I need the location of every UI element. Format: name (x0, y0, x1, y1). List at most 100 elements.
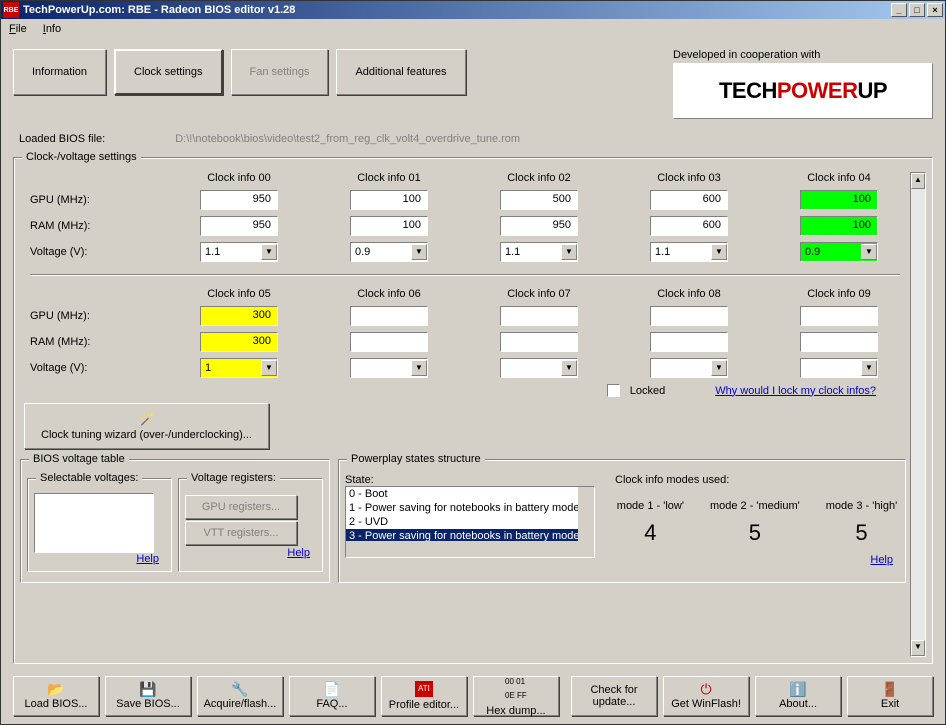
load-bios-button[interactable]: 📂Load BIOS... (13, 676, 99, 716)
gpu-02[interactable]: 500 (500, 190, 578, 210)
modes-used: mode 1 - 'low' 4 mode 2 - 'medium' 5 (615, 500, 899, 546)
about-button[interactable]: ℹ️About... (755, 676, 841, 716)
gpu-09[interactable] (800, 306, 878, 326)
ram-05[interactable]: 300 (200, 332, 278, 352)
loaded-file-label: Loaded BIOS file: (19, 133, 105, 145)
why-lock-link[interactable]: Why would I lock my clock infos? (715, 385, 876, 397)
chevron-down-icon[interactable]: ▼ (711, 244, 727, 260)
tab-clock-settings[interactable]: Clock settings (114, 49, 222, 95)
chip-icon: 🔧 (231, 682, 248, 696)
gpu-01[interactable]: 100 (350, 190, 428, 210)
volt-03[interactable]: 1.1▼ (650, 242, 728, 262)
gpu-05[interactable]: 300 (200, 306, 278, 326)
clock-vscrollbar[interactable]: ▲ ▼ (910, 172, 926, 657)
folder-open-icon: 📂 (47, 682, 64, 696)
list-scrollbar-v[interactable] (578, 487, 594, 541)
chevron-down-icon[interactable]: ▼ (261, 244, 277, 260)
tab-fan-settings[interactable]: Fan settings (231, 49, 329, 95)
profile-editor-button[interactable]: ATIProfile editor... (381, 676, 467, 716)
faq-button[interactable]: 📄FAQ... (289, 676, 375, 716)
header-clock-07: Clock info 07 (478, 288, 600, 300)
ram-09[interactable] (800, 332, 878, 352)
volt-09[interactable]: ▼ (800, 358, 878, 378)
ram-01[interactable]: 100 (350, 216, 428, 236)
tab-information[interactable]: Information (13, 49, 106, 95)
volt-00[interactable]: 1.1▼ (200, 242, 278, 262)
menu-file[interactable]: File (5, 21, 31, 37)
tab-additional-features[interactable]: Additional features (336, 49, 465, 95)
help-link-2[interactable]: Help (287, 547, 310, 559)
list-scrollbar-h[interactable] (346, 541, 594, 557)
gpu-registers-button[interactable]: GPU registers... (185, 495, 297, 519)
state-column: State: 0 - Boot 1 - Power saving for not… (345, 474, 595, 566)
state-label: State: (345, 474, 595, 486)
techpowerup-logo: TECHPOWERUP (673, 63, 933, 119)
save-bios-button[interactable]: 💾Save BIOS... (105, 676, 191, 716)
gpu-08[interactable] (650, 306, 728, 326)
volt-01[interactable]: 0.9▼ (350, 242, 428, 262)
ram-03[interactable]: 600 (650, 216, 728, 236)
minimize-button[interactable]: _ (891, 3, 907, 17)
chevron-down-icon[interactable]: ▼ (861, 244, 877, 260)
volt-08[interactable]: ▼ (650, 358, 728, 378)
chevron-down-icon[interactable]: ▼ (261, 360, 277, 376)
header-clock-06: Clock info 06 (328, 288, 450, 300)
chevron-down-icon[interactable]: ▼ (861, 360, 877, 376)
state-listbox[interactable]: 0 - Boot 1 - Power saving for notebooks … (345, 486, 595, 558)
menubar: File Info (1, 19, 945, 39)
volt-04[interactable]: 0.9▼ (800, 242, 878, 262)
gpu-06[interactable] (350, 306, 428, 326)
clock-wrap: Clock info 00 Clock info 01 Clock info 0… (20, 172, 926, 657)
header-clock-04: Clock info 04 (778, 172, 900, 184)
state-item-1[interactable]: 1 - Power saving for notebooks in batter… (346, 501, 594, 515)
scroll-down-icon[interactable]: ▼ (911, 640, 925, 656)
chevron-down-icon[interactable]: ▼ (411, 360, 427, 376)
loaded-file-path: D:\!\notebook\bios\video\test2_from_reg_… (175, 133, 520, 145)
get-winflash-button[interactable]: ⏻Get WinFlash! (663, 676, 749, 716)
vtt-registers-button[interactable]: VTT registers... (185, 521, 297, 545)
chevron-down-icon[interactable]: ▼ (711, 360, 727, 376)
ram-04[interactable]: 100 (800, 216, 878, 236)
ram-00[interactable]: 950 (200, 216, 278, 236)
exit-button[interactable]: 🚪Exit (847, 676, 933, 716)
selectable-voltages-group: Selectable voltages: Help (27, 478, 172, 572)
volt-02[interactable]: 1.1▼ (500, 242, 578, 262)
maximize-button[interactable]: □ (909, 3, 925, 17)
sel-volt-legend: Selectable voltages: (36, 472, 142, 484)
app-icon: RBE (3, 2, 19, 18)
ram-07[interactable] (500, 332, 578, 352)
logo-block: Developed in cooperation with TECHPOWERU… (673, 49, 933, 119)
gpu-03[interactable]: 600 (650, 190, 728, 210)
help-link-3[interactable]: Help (870, 554, 893, 566)
scroll-up-icon[interactable]: ▲ (911, 173, 925, 189)
state-item-2[interactable]: 2 - UVD (346, 515, 594, 529)
state-item-0[interactable]: 0 - Boot (346, 487, 594, 501)
ram-02[interactable]: 950 (500, 216, 578, 236)
gpu-07[interactable] (500, 306, 578, 326)
chevron-down-icon[interactable]: ▼ (561, 244, 577, 260)
gpu-00[interactable]: 950 (200, 190, 278, 210)
chevron-down-icon[interactable]: ▼ (561, 360, 577, 376)
bottom-toolbar: 📂Load BIOS... 💾Save BIOS... 🔧Acquire/fla… (13, 676, 933, 716)
hex-dump-button[interactable]: 00 010E FFHex dump... (473, 676, 559, 716)
volt-05[interactable]: 1▼ (200, 358, 278, 378)
check-update-button[interactable]: Check for update... (571, 676, 657, 716)
volt-06[interactable]: ▼ (350, 358, 428, 378)
ram-08[interactable] (650, 332, 728, 352)
scroll-track[interactable] (911, 189, 925, 640)
ati-icon: ATI (415, 681, 433, 697)
clock-tuning-wizard-button[interactable]: 🪄 Clock tuning wizard (over-/underclocki… (24, 403, 269, 449)
chevron-down-icon[interactable]: ▼ (411, 244, 427, 260)
ram-06[interactable] (350, 332, 428, 352)
locked-checkbox[interactable] (607, 384, 620, 397)
gpu-04[interactable]: 100 (800, 190, 878, 210)
modes-column: Clock info modes used: mode 1 - 'low' 4 … (615, 474, 899, 566)
acquire-flash-button[interactable]: 🔧Acquire/flash... (197, 676, 283, 716)
volt-07[interactable]: ▼ (500, 358, 578, 378)
menu-info[interactable]: Info (39, 21, 65, 37)
help-link-1[interactable]: Help (136, 553, 159, 565)
close-button[interactable]: × (927, 3, 943, 17)
header-clock-01: Clock info 01 (328, 172, 450, 184)
document-icon: 📄 (323, 682, 340, 696)
voltage-listbox[interactable] (34, 493, 154, 553)
